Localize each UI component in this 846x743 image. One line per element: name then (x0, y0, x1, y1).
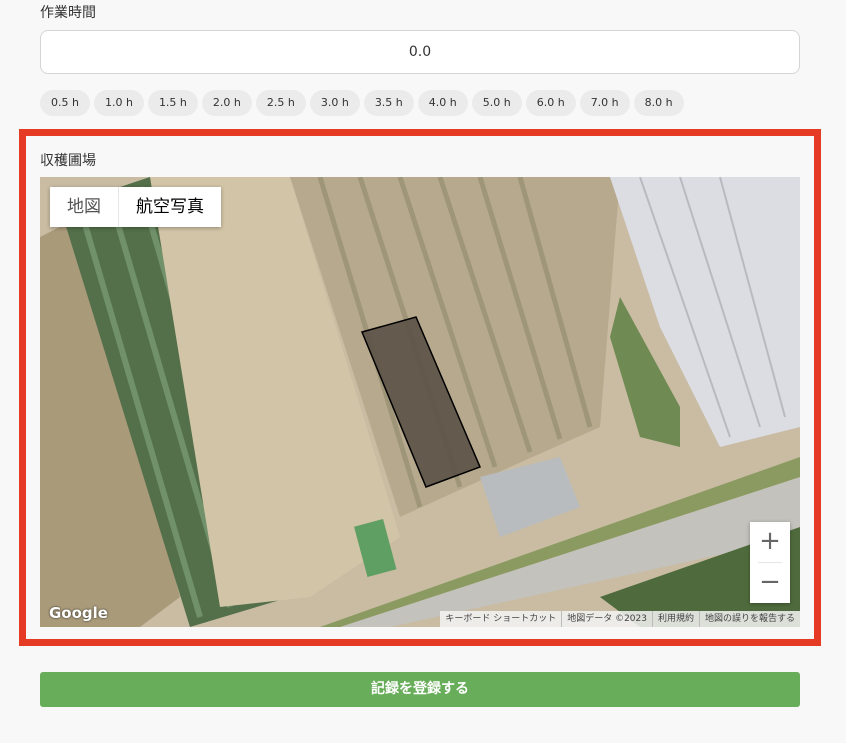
preset-chip-8-0h[interactable]: 8.0 h (633, 90, 684, 116)
map-type-satellite-button[interactable]: 航空写真 (118, 187, 221, 227)
zoom-in-button[interactable]: + (750, 522, 790, 562)
preset-chip-3-5h[interactable]: 3.5 h (363, 90, 414, 116)
report-error-link[interactable]: 地図の誤りを報告する (698, 611, 800, 627)
map-data-text: 地図データ ©2023 (561, 611, 652, 627)
preset-chip-1-5h[interactable]: 1.5 h (147, 90, 198, 116)
preset-chip-1-0h[interactable]: 1.0 h (93, 90, 144, 116)
preset-chip-5-0h[interactable]: 5.0 h (471, 90, 522, 116)
zoom-out-button[interactable]: − (750, 563, 790, 603)
preset-chip-2-5h[interactable]: 2.5 h (255, 90, 306, 116)
terms-link[interactable]: 利用規約 (651, 611, 699, 627)
map-type-map-button[interactable]: 地図 (50, 187, 118, 227)
preset-chip-group: 0.5 h 1.0 h 1.5 h 2.0 h 2.5 h 3.0 h 3.5 … (40, 90, 684, 116)
preset-chip-6-0h[interactable]: 6.0 h (525, 90, 576, 116)
satellite-imagery (40, 177, 800, 627)
map-attribution: キーボード ショートカット 地図データ ©2023 利用規約 地図の誤りを報告す… (440, 611, 800, 627)
keyboard-shortcuts-link[interactable]: キーボード ショートカット (440, 611, 561, 627)
preset-chip-3-0h[interactable]: 3.0 h (309, 90, 360, 116)
submit-record-button[interactable]: 記録を登録する (40, 672, 800, 707)
preset-chip-2-0h[interactable]: 2.0 h (201, 90, 252, 116)
harvest-field-label: 収穫圃場 (40, 153, 96, 169)
map-type-toggle: 地図 航空写真 (50, 187, 221, 227)
preset-chip-7-0h[interactable]: 7.0 h (579, 90, 630, 116)
satellite-map[interactable]: 地図 航空写真 + − Google キーボード ショートカット 地図データ ©… (40, 177, 800, 627)
work-time-label: 作業時間 (40, 5, 96, 21)
preset-chip-0-5h[interactable]: 0.5 h (40, 90, 90, 116)
preset-chip-4-0h[interactable]: 4.0 h (417, 90, 468, 116)
zoom-control: + − (750, 522, 790, 603)
work-time-input[interactable] (40, 30, 800, 74)
google-logo: Google (49, 604, 108, 622)
